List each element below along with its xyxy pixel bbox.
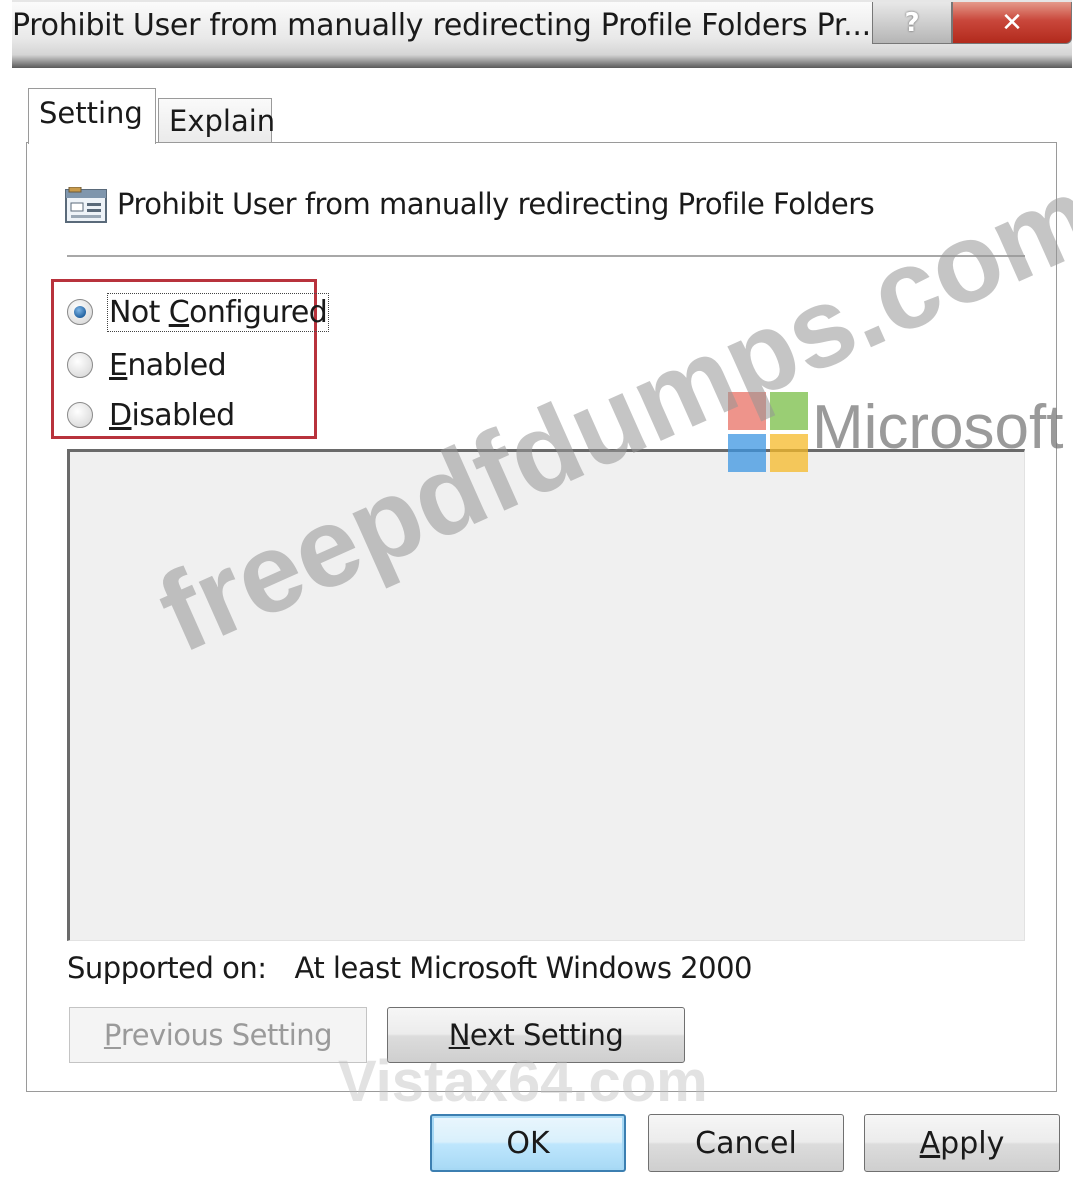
separator-line: [67, 255, 1025, 258]
window-title: Prohibit User from manually redirecting …: [12, 8, 871, 43]
ok-button[interactable]: OK: [430, 1114, 626, 1172]
dialog-body: Setting Explain Prohibit User from manua…: [12, 68, 1072, 1180]
previous-setting-button[interactable]: Previous Setting: [69, 1007, 367, 1063]
cancel-button[interactable]: Cancel: [648, 1114, 844, 1172]
title-bar[interactable]: Prohibit User from manually redirecting …: [12, 0, 1072, 68]
radio-not-configured[interactable]: Not Configured: [67, 290, 330, 334]
policy-name: Prohibit User from manually redirecting …: [117, 187, 875, 221]
radio-button[interactable]: [67, 352, 93, 378]
policy-settings-icon: [65, 187, 107, 223]
question-mark-icon: ?: [904, 7, 920, 38]
supported-on-value: At least Microsoft Windows 2000: [294, 951, 753, 985]
tab-setting[interactable]: Setting: [28, 88, 156, 144]
help-button[interactable]: ?: [872, 2, 952, 44]
apply-button[interactable]: Apply: [864, 1114, 1060, 1172]
radio-enabled[interactable]: Enabled: [67, 343, 227, 387]
dialog-window: Prohibit User from manually redirecting …: [0, 0, 1073, 1180]
radio-button[interactable]: [67, 402, 93, 428]
radio-label-not-configured[interactable]: Not Configured: [106, 292, 330, 332]
tab-explain[interactable]: Explain: [158, 98, 275, 144]
setting-tab-panel: Prohibit User from manually redirecting …: [26, 142, 1057, 1092]
radio-disabled[interactable]: Disabled: [67, 393, 235, 437]
radio-label-disabled[interactable]: Disabled: [109, 398, 235, 433]
close-icon: ✕: [1001, 7, 1023, 38]
supported-on-row: Supported on: At least Microsoft Windows …: [67, 951, 752, 985]
supported-on-label: Supported on:: [67, 951, 267, 985]
next-setting-button[interactable]: Next Setting: [387, 1007, 685, 1063]
close-button[interactable]: ✕: [952, 2, 1072, 44]
radio-label-enabled[interactable]: Enabled: [109, 348, 227, 383]
comment-textbox[interactable]: [67, 449, 1025, 941]
radio-button-checked[interactable]: [67, 299, 93, 325]
